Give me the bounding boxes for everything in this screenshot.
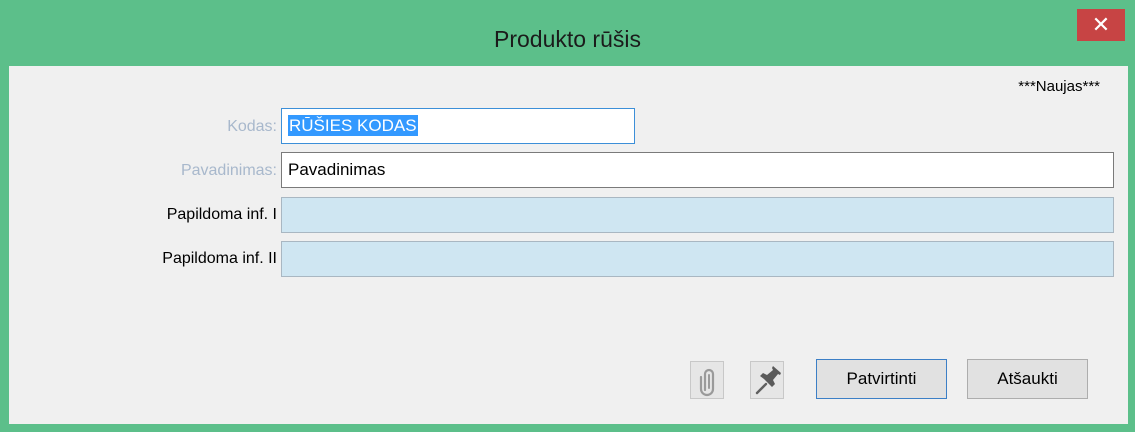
close-icon: ✕ <box>1091 12 1111 37</box>
title-bar[interactable]: Produkto rūšis ✕ <box>0 0 1135 70</box>
paperclip-icon <box>699 368 715 397</box>
window-title: Produkto rūšis <box>493 26 641 52</box>
pavadinimas-value: Pavadinimas <box>288 160 386 179</box>
kodas-label: Kodas: <box>227 118 277 135</box>
record-status: ***Naujas*** <box>1018 78 1100 95</box>
papildoma-1-input[interactable] <box>281 197 1114 233</box>
kodas-value: RŪŠIES KODAS <box>288 115 418 136</box>
pushpin-icon <box>755 366 781 395</box>
kodas-input[interactable]: RŪŠIES KODAS <box>281 108 635 144</box>
papildoma-1-label: Papildoma inf. I <box>166 206 277 223</box>
pavadinimas-label: Pavadinimas: <box>180 162 277 179</box>
cancel-button[interactable]: Atšaukti <box>967 359 1088 399</box>
pavadinimas-input[interactable]: Pavadinimas <box>281 152 1114 188</box>
attach-button[interactable] <box>690 361 724 399</box>
papildoma-2-label: Papildoma inf. II <box>162 250 277 267</box>
close-button[interactable]: ✕ <box>1077 9 1125 41</box>
dialog-window: Produkto rūšis ✕ ***Naujas*** Kodas: RŪŠ… <box>0 0 1135 432</box>
papildoma-2-input[interactable] <box>281 241 1114 277</box>
confirm-button[interactable]: Patvirtinti <box>816 359 947 399</box>
dialog-body: ***Naujas*** Kodas: RŪŠIES KODAS Pavadin… <box>9 66 1128 424</box>
pin-button[interactable] <box>750 361 784 399</box>
